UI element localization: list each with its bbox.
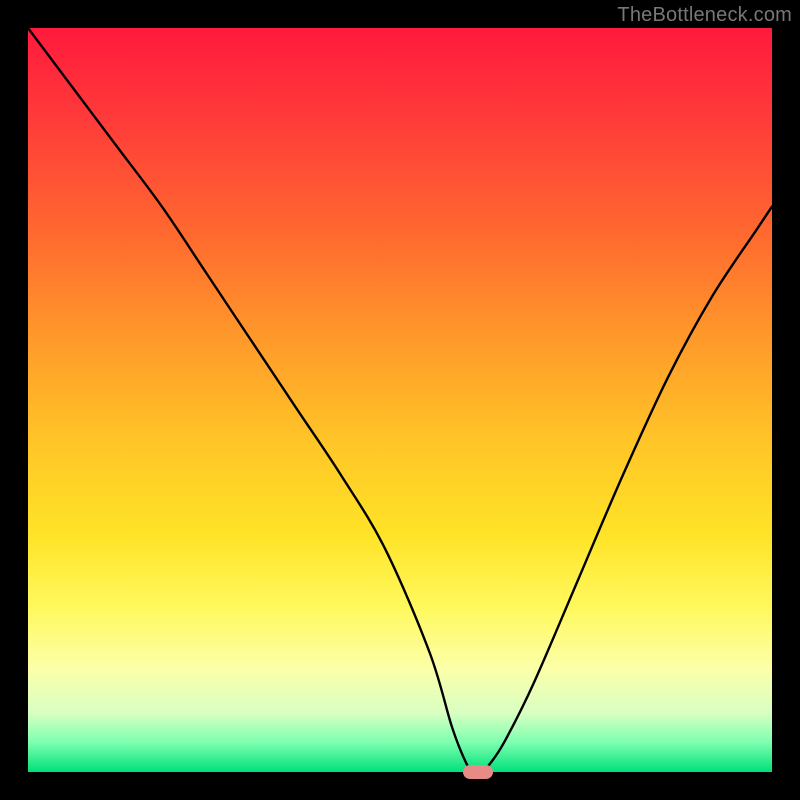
bottleneck-curve <box>28 28 772 772</box>
watermark-text: TheBottleneck.com <box>617 4 792 27</box>
optimal-marker <box>463 765 493 779</box>
chart-frame: TheBottleneck.com <box>0 0 800 800</box>
plot-area <box>28 28 772 772</box>
